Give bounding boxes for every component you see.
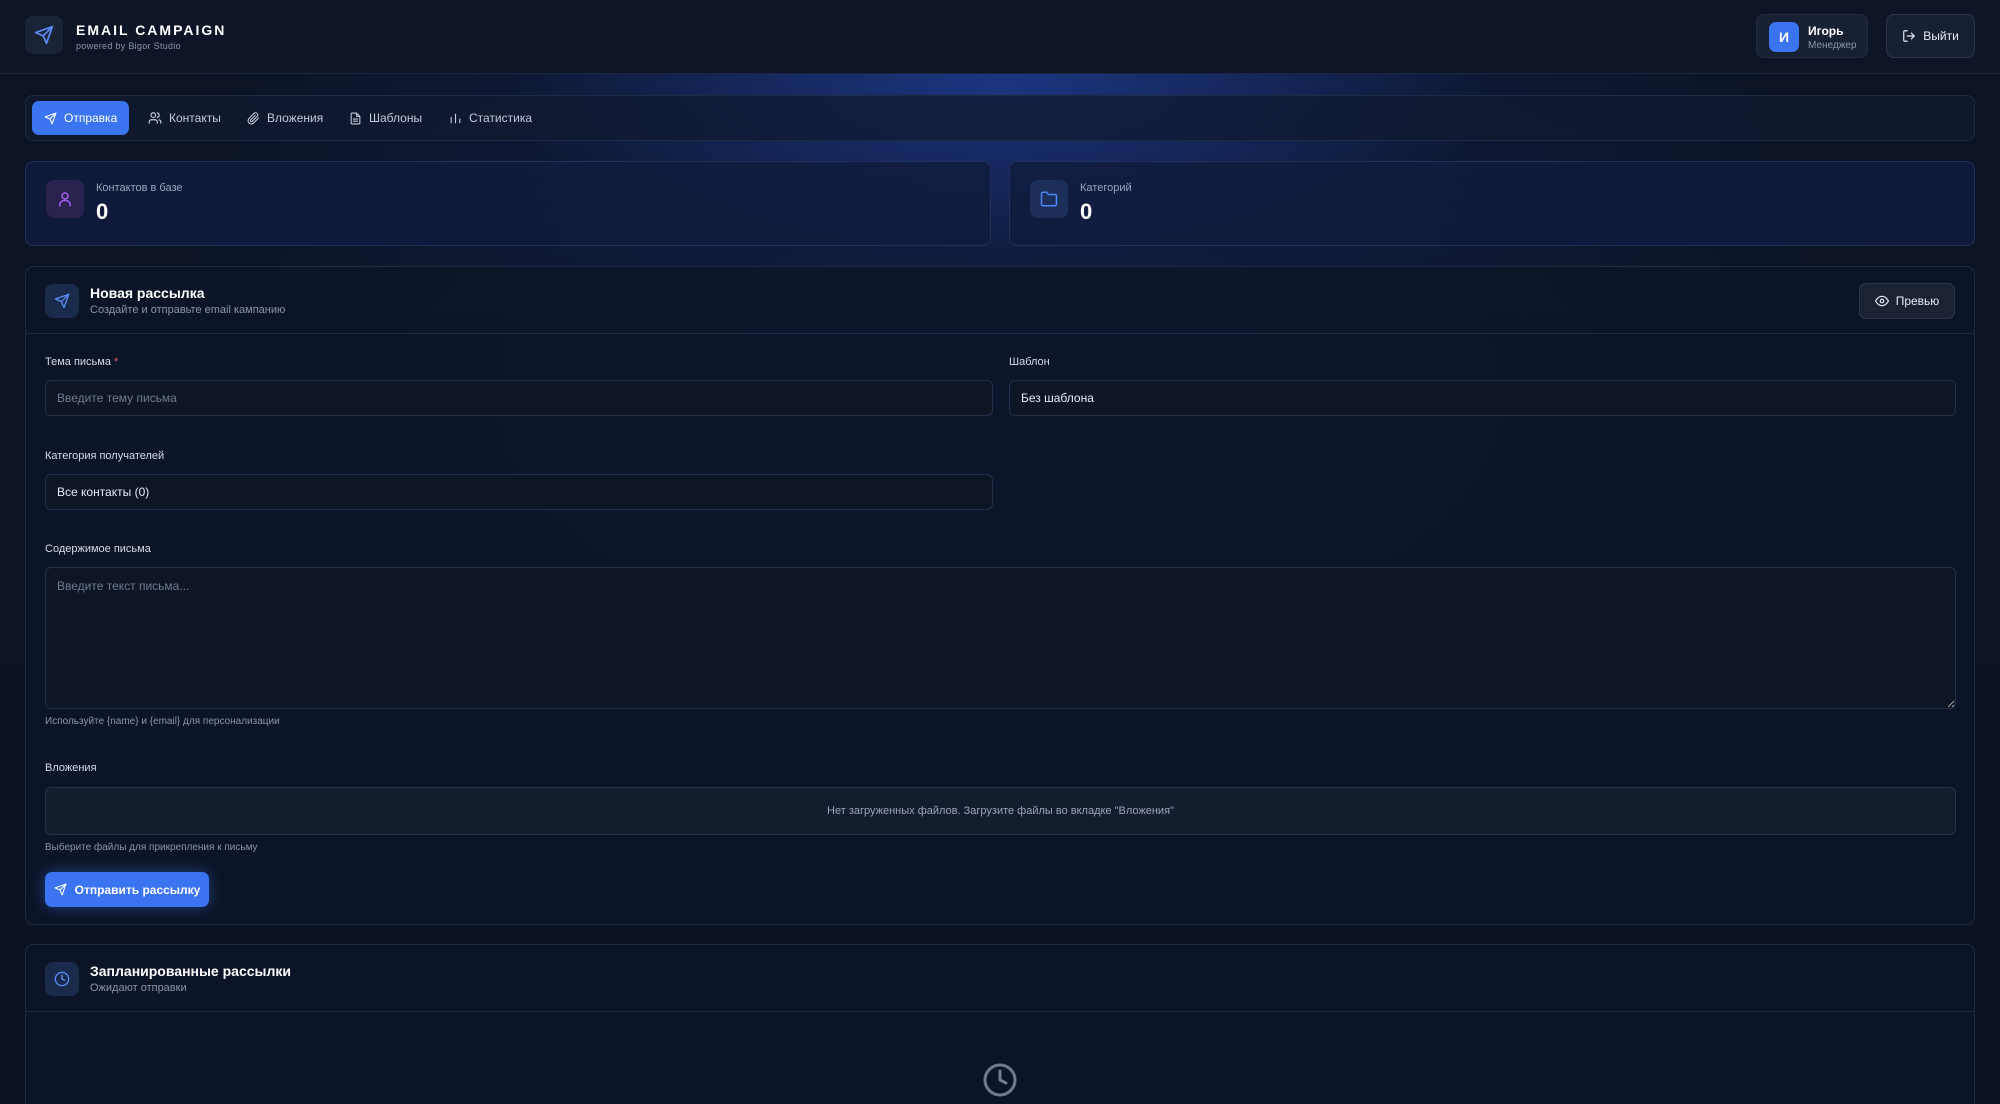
template-value: Без шаблона: [1021, 391, 1094, 405]
send-icon: [44, 112, 57, 125]
card-header: Запланированные рассылки Ожидают отправк…: [26, 945, 1974, 1012]
bar-chart-icon: [449, 112, 462, 125]
paperclip-icon: [247, 111, 260, 125]
scheduled-campaigns-card: Запланированные рассылки Ожидают отправк…: [25, 944, 1975, 1104]
subject-label: Тема письма *: [45, 356, 119, 368]
folder-icon: [1030, 180, 1068, 218]
card-title: Запланированные рассылки: [90, 963, 291, 979]
tab-label: Шаблоны: [369, 111, 423, 125]
template-select[interactable]: Без шаблона: [1009, 380, 1956, 416]
new-campaign-card: Новая рассылка Создайте и отправьте emai…: [25, 266, 1975, 925]
template-label: Шаблон: [1009, 356, 1050, 368]
content-textarea[interactable]: [45, 567, 1956, 709]
user-role: Менеджер: [1808, 40, 1857, 51]
send-campaign-button[interactable]: Отправить рассылку: [45, 872, 209, 907]
tab-contacts[interactable]: Контакты: [136, 101, 233, 135]
send-icon: [54, 883, 67, 896]
file-icon: [349, 112, 362, 125]
preview-button[interactable]: Превью: [1859, 283, 1955, 319]
user-icon: [46, 180, 84, 218]
attachments-hint: Выберите файлы для прикрепления к письму: [45, 842, 258, 853]
required-mark: *: [114, 356, 119, 368]
stat-card-categories: Категорий 0: [1009, 161, 1975, 246]
category-value: Все контакты (0): [57, 485, 150, 499]
send-icon: [45, 284, 79, 318]
send-icon: [25, 16, 63, 54]
attachments-empty-text: Нет загруженных файлов. Загрузите файлы …: [827, 805, 1174, 817]
tab-label: Статистика: [469, 111, 533, 125]
tab-label: Контакты: [169, 111, 221, 125]
send-label: Отправить рассылку: [74, 882, 201, 897]
stat-value: 0: [96, 199, 109, 224]
stat-label: Категорий: [1080, 182, 1132, 194]
tab-label: Отправка: [64, 111, 118, 125]
attachments-dropzone[interactable]: Нет загруженных файлов. Загрузите файлы …: [45, 787, 1956, 835]
app-header: EMAIL CAMPAIGN powered by Bigor Studio И…: [0, 0, 2000, 74]
stat-card-contacts: Контактов в базе 0: [25, 161, 991, 246]
user-name: Игорь: [1808, 24, 1844, 38]
stat-label: Контактов в базе: [96, 182, 183, 194]
category-select[interactable]: Все контакты (0): [45, 474, 993, 510]
app-subtitle: powered by Bigor Studio: [76, 41, 181, 51]
card-title: Новая рассылка: [90, 285, 205, 301]
category-label: Категория получателей: [45, 450, 165, 462]
content-hint: Используйте {name} и {email} для персона…: [45, 716, 280, 727]
user-badge[interactable]: И Игорь Менеджер: [1756, 14, 1868, 58]
app-title: EMAIL CAMPAIGN: [76, 22, 227, 38]
logout-icon: [1902, 29, 1916, 43]
subject-input[interactable]: [45, 380, 993, 416]
logout-label: Выйти: [1923, 29, 1959, 43]
content-label: Содержимое письма: [45, 543, 151, 555]
preview-label: Превью: [1895, 294, 1940, 308]
card-subtitle: Ожидают отправки: [90, 982, 187, 994]
card-header: Новая рассылка Создайте и отправьте emai…: [26, 267, 1974, 334]
tab-statistics[interactable]: Статистика: [437, 101, 544, 135]
tab-label: Вложения: [267, 111, 324, 125]
tab-send[interactable]: Отправка: [32, 101, 130, 135]
logout-button[interactable]: Выйти: [1886, 14, 1975, 58]
card-subtitle: Создайте и отправьте email кампанию: [90, 304, 286, 316]
stat-value: 0: [1080, 199, 1093, 224]
tab-templates[interactable]: Шаблоны: [337, 101, 434, 135]
attachments-label: Вложения: [45, 762, 97, 774]
eye-icon: [1874, 294, 1889, 308]
tab-attachments[interactable]: Вложения: [235, 101, 335, 135]
clock-icon: [45, 962, 79, 996]
empty-state-clock-icon: [982, 1062, 1018, 1098]
users-icon: [148, 111, 162, 125]
main-tabs: Отправка Контакты Вложения Шаблоны Стати…: [25, 95, 1975, 141]
avatar: И: [1769, 22, 1799, 52]
